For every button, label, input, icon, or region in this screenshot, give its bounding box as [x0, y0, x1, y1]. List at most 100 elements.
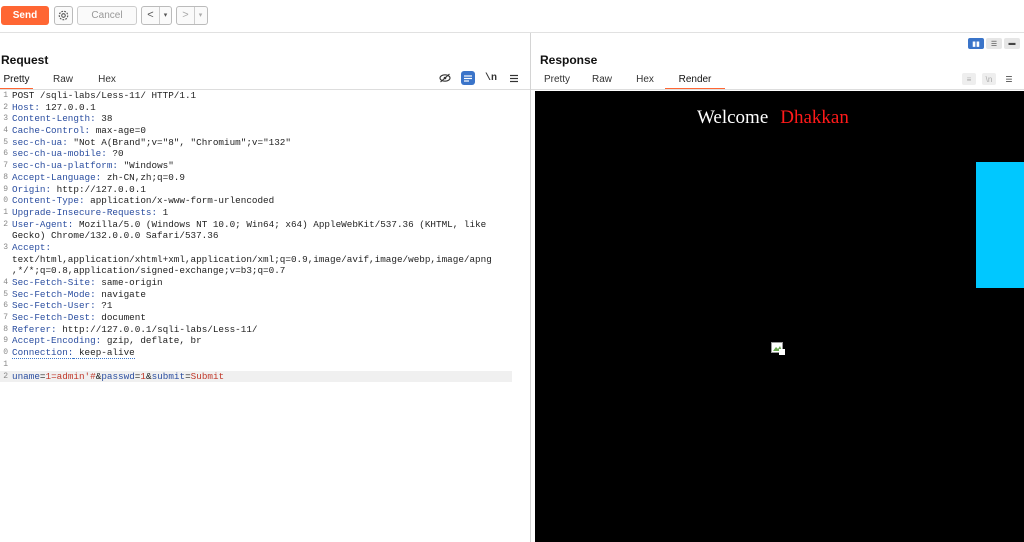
request-line: 5 sec-ch-ua: "Not A(Brand";v="8", "Chromi… [0, 137, 522, 149]
header-name: Origin: [12, 183, 52, 195]
request-line: 2 User-Agent: Mozilla/5.0 (Windows NT 10.… [0, 219, 522, 231]
header-name: POST /sqli-labs/Less-11/ HTTP/1.1 [12, 90, 197, 101]
send-button[interactable]: Send [1, 6, 49, 25]
tab-raw[interactable]: Raw [33, 72, 93, 90]
line-number: 5 [3, 289, 8, 299]
forward-history-dropdown[interactable]: ▾ [194, 7, 206, 24]
param-name: uname [12, 370, 40, 382]
tab-render[interactable]: Render [665, 72, 725, 90]
line-number: 3 [3, 114, 8, 124]
header-value: Gecko) Chrome/132.0.0.0 Safari/537.36 [12, 230, 219, 242]
header-value: 38 [95, 113, 113, 125]
header-name: Sec-Fetch-Mode: [12, 288, 96, 300]
request-line: 7 Sec-Fetch-Dest: document [0, 312, 522, 324]
line-number: 3 [3, 242, 8, 252]
header-value: "Not A(Brand";v="8", "Chromium";v="132" [67, 136, 291, 148]
header-name: Sec-Fetch-User: [12, 300, 96, 312]
menu-icon[interactable] [507, 71, 521, 85]
header-name: Sec-Fetch-Dest: [12, 312, 96, 324]
request-line: 9 Origin: http://127.0.0.1 [0, 184, 522, 196]
header-name: sec-ch-ua-mobile: [12, 148, 107, 160]
welcome-text: Welcome [697, 107, 769, 128]
request-line: 1 Upgrade-Insecure-Requests: 1 [0, 207, 522, 219]
line-number: 2 [3, 102, 8, 112]
request-tabs: Pretty Raw Hex [0, 72, 121, 90]
request-view-options: \n [438, 71, 521, 85]
response-title: Response [540, 53, 598, 67]
header-name: Cache-Control: [12, 125, 91, 137]
back-button[interactable]: < [142, 7, 159, 24]
header-value: document [95, 312, 146, 324]
header-value: ?1 [95, 300, 113, 312]
line-number: 2 [3, 371, 8, 381]
layout-side-by-side-icon[interactable]: ▮▮ [968, 38, 984, 49]
layout-stacked-icon[interactable]: ☰ [986, 38, 1002, 49]
line-number: 6 [3, 301, 8, 311]
layout-tabs-icon[interactable]: ▬ [1004, 38, 1020, 49]
header-name: User-Agent: [12, 218, 74, 230]
render-view: Welcome Dhakkan [535, 91, 1024, 542]
request-line: ,*/*;q=0.8,application/signed-exchange;v… [0, 265, 522, 277]
request-line: 8 Accept-Language: zh-CN,zh;q=0.9 [0, 172, 522, 184]
tab-hex[interactable]: Hex [93, 72, 121, 90]
request-line: 1 POST /sqli-labs/Less-11/ HTTP/1.1 [0, 90, 522, 102]
request-editor[interactable]: 1 POST /sqli-labs/Less-11/ HTTP/1.1 2 Host:… [0, 90, 522, 383]
request-line: 6 Sec-Fetch-User: ?1 [0, 300, 522, 312]
header-value: keep-alive [73, 347, 135, 360]
header-value: same-origin [95, 277, 163, 288]
param-name: passwd [101, 370, 135, 382]
line-number: 2 [3, 219, 8, 229]
newline-toggle-icon[interactable]: \n [484, 71, 498, 85]
tab-raw[interactable]: Raw [579, 72, 625, 90]
line-number: 0 [3, 348, 8, 358]
layout-toggle: ▮▮ ☰ ▬ [968, 38, 1020, 49]
header-value: http://127.0.0.1/sqli-labs/Less-11/ [56, 323, 258, 335]
line-number: 1 [3, 91, 8, 100]
request-title: Request [1, 53, 49, 67]
header-value: "Windows" [118, 160, 174, 172]
line-number: 5 [3, 137, 8, 147]
header-name: Referer: [12, 323, 57, 335]
gear-icon [58, 10, 69, 21]
header-name: Content-Length: [12, 113, 96, 125]
request-line: 4 Sec-Fetch-Site: same-origin [0, 277, 522, 289]
line-number: 9 [3, 336, 8, 346]
header-value: zh-CN,zh;q=0.9 [101, 171, 185, 183]
header-value: max-age=0 [90, 125, 146, 137]
menu-icon[interactable]: ☰ [1002, 73, 1016, 85]
header-name: Upgrade-Insecure-Requests: [12, 206, 158, 218]
header-name: Sec-Fetch-Site: [12, 277, 96, 288]
toolbar: Send Cancel < ▾ > ▾ [0, 0, 1024, 32]
tab-pretty[interactable]: Pretty [535, 72, 579, 90]
header-value: 127.0.0.1 [39, 101, 96, 113]
settings-button[interactable] [54, 6, 73, 25]
header-value: text/html,application/xhtml+xml,applicat… [12, 253, 492, 265]
cancel-button[interactable]: Cancel [77, 6, 137, 25]
newline-toggle-icon: \n [982, 73, 996, 85]
pretty-format-icon: ≡ [962, 73, 976, 85]
pretty-format-icon[interactable] [461, 71, 475, 85]
line-number: 1 [3, 207, 8, 217]
header-value: Mozilla/5.0 (Windows NT 10.0; Win64; x64… [73, 218, 487, 230]
line-number: 8 [3, 172, 8, 182]
tab-pretty[interactable]: Pretty [0, 72, 33, 90]
cyan-panel [976, 162, 1024, 288]
forward-nav: > ▾ [176, 6, 208, 25]
header-name: sec-ch-ua: [12, 136, 68, 148]
back-history-dropdown[interactable]: ▾ [159, 7, 171, 24]
param-value: Submit [190, 370, 225, 382]
welcome-message: Welcome Dhakkan [697, 107, 849, 129]
tab-hex[interactable]: Hex [625, 72, 665, 90]
forward-button[interactable]: > [177, 7, 194, 24]
back-nav: < ▾ [141, 6, 172, 25]
request-body-line: 2 uname=1=admin'#&passwd=1&submit=Submit [0, 370, 512, 383]
line-number: 7 [3, 313, 8, 323]
param-name: submit [151, 370, 186, 382]
hide-eye-icon[interactable] [438, 71, 452, 85]
line-number: 0 [3, 196, 8, 206]
line-number: 1 [3, 359, 8, 369]
request-line: text/html,application/xhtml+xml,applicat… [0, 254, 522, 266]
header-value: 1 [157, 206, 169, 218]
header-value: gzip, deflate, br [101, 335, 202, 347]
response-view-options: ≡ \n ☰ [962, 73, 1016, 85]
